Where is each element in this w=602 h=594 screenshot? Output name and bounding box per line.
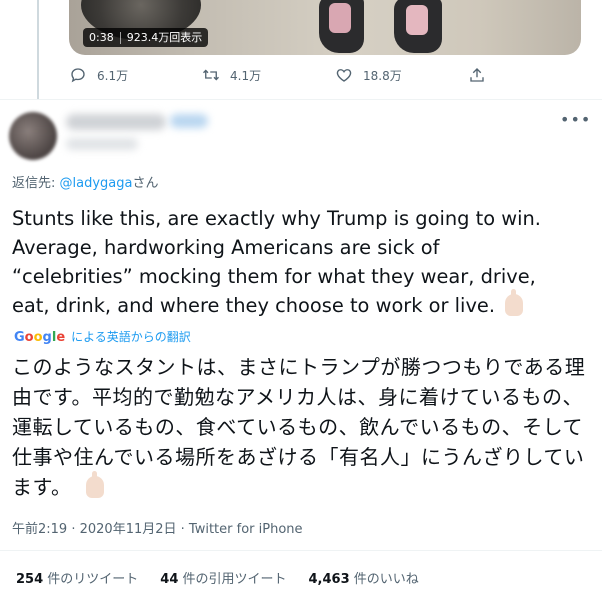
google-logo: Google bbox=[14, 330, 66, 345]
share-icon bbox=[470, 68, 484, 82]
reply-to-prefix: 返信先: bbox=[12, 176, 60, 191]
video-views: 923.4万回表示 bbox=[126, 31, 203, 44]
tweet-action-bar: 6.1万 4.1万 18.8万 bbox=[69, 64, 509, 86]
avatar[interactable] bbox=[9, 112, 57, 160]
likes-label: 件のいいね bbox=[349, 572, 419, 587]
tweet-text: Stunts like this, are exactly why Trump … bbox=[12, 207, 541, 317]
translated-body: このようなスタントは、まさにトランプが勝つつもりである理由です。平均的で勤勉なア… bbox=[12, 352, 597, 502]
quotes-label: 件の引用ツイート bbox=[178, 572, 287, 587]
video-thumbnail[interactable]: 0:38 923.4万回表示 bbox=[69, 0, 581, 55]
quotes-number: 44 bbox=[160, 572, 179, 587]
author-name-redacted[interactable] bbox=[66, 114, 166, 130]
like-icon bbox=[336, 69, 352, 82]
author-handle-redacted[interactable] bbox=[66, 138, 138, 150]
retweets-stat[interactable]: 254 件のリツイート bbox=[16, 568, 138, 587]
meta-separator: · bbox=[180, 522, 189, 537]
quotes-stat[interactable]: 44 件の引用ツイート bbox=[160, 568, 286, 587]
translation-attribution: Google による英語からの翻訳 bbox=[14, 328, 191, 345]
more-icon[interactable]: ••• bbox=[560, 110, 591, 129]
translation-label[interactable]: による英語からの翻訳 bbox=[71, 328, 191, 345]
retweets-number: 254 bbox=[16, 572, 44, 587]
tweet-source[interactable]: Twitter for iPhone bbox=[189, 522, 303, 537]
likes-stat[interactable]: 4,463 件のいいね bbox=[309, 568, 419, 587]
section-divider bbox=[0, 99, 602, 100]
likes-number: 4,463 bbox=[308, 572, 350, 587]
tweet-meta: 午前2:19 · 2020年11月2日 · Twitter for iPhone bbox=[12, 518, 303, 537]
emoji-hand-icon bbox=[85, 471, 104, 498]
retweets-label: 件のリツイート bbox=[43, 572, 139, 587]
mention-link[interactable]: @ladygaga bbox=[60, 176, 133, 191]
reply-icon bbox=[71, 68, 85, 83]
retweet-count: 4.1万 bbox=[230, 68, 262, 83]
retweet-button[interactable]: 4.1万 bbox=[202, 64, 335, 86]
reply-count: 6.1万 bbox=[97, 68, 129, 83]
engagement-stats: 254 件のリツイート 44 件の引用ツイート 4,463 件のいいね bbox=[16, 568, 419, 587]
meta-separator: · bbox=[71, 522, 80, 537]
reply-button[interactable]: 6.1万 bbox=[69, 64, 202, 86]
author-badge-redacted bbox=[170, 114, 208, 128]
tweet-date[interactable]: 2020年11月2日 bbox=[80, 522, 177, 537]
like-button[interactable]: 18.8万 bbox=[335, 64, 468, 86]
tweet-time[interactable]: 午前2:19 bbox=[12, 522, 67, 537]
like-count: 18.8万 bbox=[363, 68, 402, 83]
thumbnail-boot-right bbox=[394, 0, 442, 53]
thread-line bbox=[37, 0, 39, 100]
thumbnail-boot-left bbox=[319, 0, 364, 53]
emoji-hand-icon bbox=[505, 289, 524, 316]
video-duration: 0:38 bbox=[89, 31, 114, 44]
badge-separator bbox=[119, 31, 121, 44]
tweet-body: Stunts like this, are exactly why Trump … bbox=[12, 204, 597, 320]
retweet-icon bbox=[203, 69, 219, 81]
reply-to-suffix: さん bbox=[132, 176, 159, 191]
share-button[interactable] bbox=[468, 64, 508, 86]
stats-divider bbox=[0, 550, 602, 551]
reply-to-line: 返信先: @ladygagaさん bbox=[12, 172, 159, 191]
video-badge: 0:38 923.4万回表示 bbox=[83, 28, 209, 47]
